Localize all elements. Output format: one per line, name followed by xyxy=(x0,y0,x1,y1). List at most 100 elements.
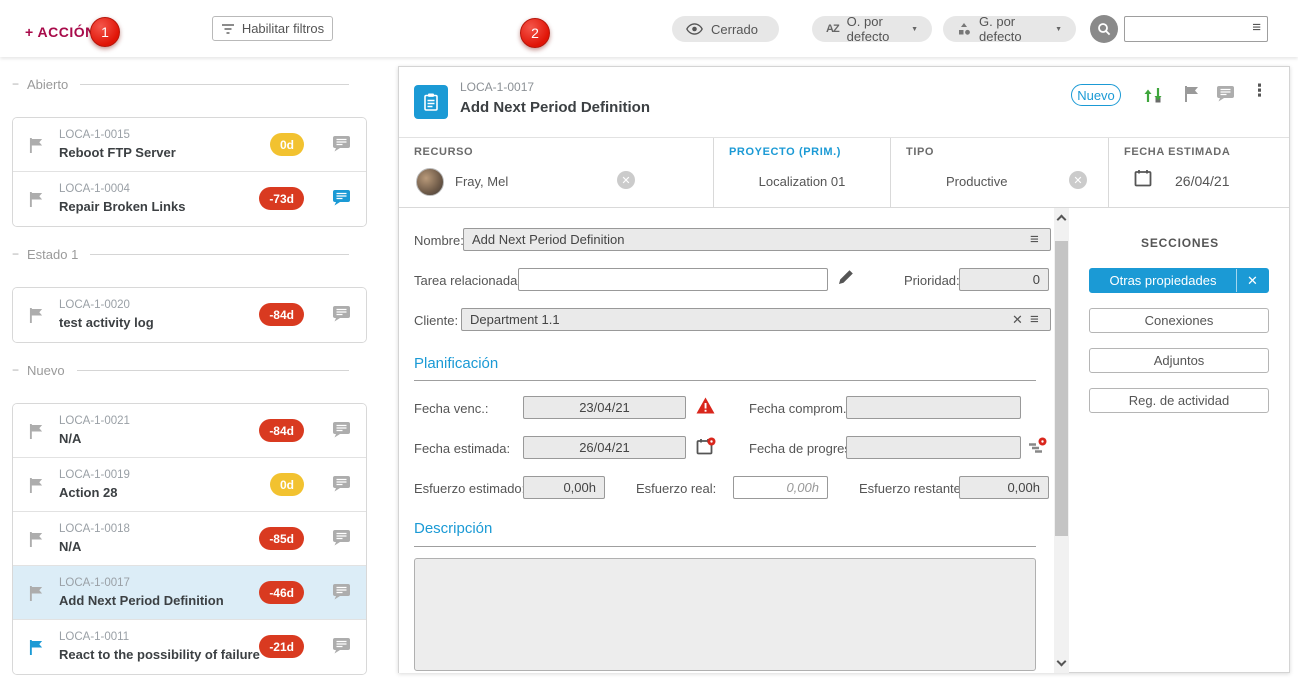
nombre-menu-icon[interactable]: ≡ xyxy=(1030,232,1039,247)
task-code: LOCA-1-0018 xyxy=(59,523,130,535)
scrollbar-thumb[interactable] xyxy=(1055,241,1068,536)
section-button-adjuntos[interactable]: Adjuntos xyxy=(1089,348,1269,373)
flag-icon[interactable] xyxy=(29,191,44,208)
task-group: − Nuevo LOCA-1-0021 N/A -84d LOCA-1-0019… xyxy=(12,363,367,675)
comment-icon[interactable] xyxy=(1216,85,1235,102)
group-label: Estado 1 xyxy=(27,247,78,262)
cliente-menu-icon[interactable]: ≡ xyxy=(1030,312,1039,327)
task-card[interactable]: LOCA-1-0018 N/A -85d xyxy=(13,512,366,566)
scroll-down-icon[interactable] xyxy=(1057,657,1067,667)
comment-icon[interactable] xyxy=(332,189,351,206)
days-badge: -84d xyxy=(259,303,304,326)
change-status-icon[interactable] xyxy=(1143,85,1163,105)
add-action-button[interactable]: + ACCIÓN xyxy=(25,24,96,40)
task-group: − Abierto LOCA-1-0015 Reboot FTP Server … xyxy=(12,77,367,227)
pencil-icon[interactable] xyxy=(837,268,855,286)
fecha-progreso-label: Fecha de progreso: xyxy=(749,441,862,456)
kebab-menu-icon[interactable]: ⋮ xyxy=(1251,81,1268,101)
progress-alert-icon[interactable] xyxy=(1027,437,1047,456)
task-groups: − Abierto LOCA-1-0015 Reboot FTP Server … xyxy=(0,77,382,675)
group-header[interactable]: − Abierto xyxy=(12,77,367,91)
descripcion-rule xyxy=(414,546,1036,547)
flag-icon[interactable] xyxy=(29,423,44,440)
esfuerzo-restante-input[interactable] xyxy=(959,476,1049,499)
comment-icon[interactable] xyxy=(332,421,351,438)
calendar-icon xyxy=(1134,169,1152,187)
section-button-conexiones[interactable]: Conexiones xyxy=(1089,308,1269,333)
flag-icon[interactable] xyxy=(1184,85,1200,103)
detail-body: Nombre: ≡ Tarea relacionada: Prioridad: … xyxy=(399,208,1289,673)
detail-task-title: Add Next Period Definition xyxy=(460,99,650,116)
tipo-field[interactable]: TIPO Productive ✕ xyxy=(891,138,1109,208)
days-badge: -73d xyxy=(259,187,304,210)
recurso-label: RECURSO xyxy=(414,146,473,158)
flag-icon[interactable] xyxy=(29,137,44,154)
collapse-icon[interactable]: − xyxy=(12,77,19,91)
tarea-relacionada-input[interactable] xyxy=(518,268,828,291)
task-card[interactable]: LOCA-1-0011 React to the possibility of … xyxy=(13,620,366,674)
task-code: LOCA-1-0019 xyxy=(59,469,130,481)
collapse-icon[interactable]: − xyxy=(12,363,19,377)
search-options-icon[interactable]: ≡ xyxy=(1252,20,1261,35)
prioridad-input[interactable] xyxy=(959,268,1049,291)
esfuerzo-real-input[interactable] xyxy=(733,476,828,499)
warning-icon xyxy=(696,397,715,414)
group-dropdown[interactable]: G. por defecto ▼ xyxy=(943,16,1076,42)
fecha-comprom-label: Fecha comprom.: xyxy=(749,401,850,416)
calendar-alert-icon[interactable] xyxy=(696,437,716,456)
proyecto-field[interactable]: PROYECTO (PRIM.) Localization 01 xyxy=(714,138,891,208)
comment-icon[interactable] xyxy=(332,529,351,546)
clear-cliente-icon[interactable]: ✕ xyxy=(1012,312,1023,328)
comment-icon[interactable] xyxy=(332,475,351,492)
flag-icon[interactable] xyxy=(29,477,44,494)
recurso-field[interactable]: RECURSO Fray, Mel ✕ xyxy=(399,138,714,208)
days-badge: 0d xyxy=(270,473,304,496)
comment-icon[interactable] xyxy=(332,583,351,600)
fecha-estimada-input[interactable] xyxy=(523,436,686,459)
group-header[interactable]: − Nuevo xyxy=(12,363,367,377)
clear-recurso-icon[interactable]: ✕ xyxy=(617,171,635,189)
order-dropdown[interactable]: AZ O. por defecto ▼ xyxy=(812,16,932,42)
scroll-up-icon[interactable] xyxy=(1057,215,1067,225)
group-divider xyxy=(80,84,349,85)
fecha-venc-input[interactable] xyxy=(523,396,686,419)
flag-icon[interactable] xyxy=(29,307,44,324)
enable-filters-button[interactable]: Habilitar filtros xyxy=(212,16,333,41)
section-button-reg-de-actividad[interactable]: Reg. de actividad xyxy=(1089,388,1269,413)
fecha-comprom-input[interactable] xyxy=(846,396,1021,419)
section-button-otras-propiedades[interactable]: Otras propiedades ✕ xyxy=(1089,268,1269,293)
task-card[interactable]: LOCA-1-0021 N/A -84d xyxy=(13,404,366,458)
task-code: LOCA-1-0011 xyxy=(59,631,129,643)
closed-filter-toggle[interactable]: Cerrado xyxy=(672,16,779,42)
search-button[interactable] xyxy=(1090,15,1118,43)
fecha-estimada-field[interactable]: FECHA ESTIMADA 26/04/21 xyxy=(1109,138,1291,208)
task-card[interactable]: LOCA-1-0020 test activity log -84d xyxy=(13,288,366,342)
task-code: LOCA-1-0004 xyxy=(59,183,130,195)
flag-icon[interactable] xyxy=(29,531,44,548)
planificacion-heading: Planificación xyxy=(414,355,498,372)
comment-icon[interactable] xyxy=(332,305,351,322)
task-card[interactable]: LOCA-1-0015 Reboot FTP Server 0d xyxy=(13,118,366,172)
search-icon xyxy=(1097,22,1111,36)
clear-tipo-icon[interactable]: ✕ xyxy=(1069,171,1087,189)
group-header[interactable]: − Estado 1 xyxy=(12,247,367,261)
comment-icon[interactable] xyxy=(332,135,351,152)
search-input[interactable] xyxy=(1124,16,1268,42)
close-section-icon[interactable]: ✕ xyxy=(1236,269,1268,292)
tipo-value: Productive xyxy=(946,174,1007,189)
task-card[interactable]: LOCA-1-0019 Action 28 0d xyxy=(13,458,366,512)
collapse-icon[interactable]: − xyxy=(12,247,19,261)
comment-icon[interactable] xyxy=(332,637,351,654)
flag-icon[interactable] xyxy=(29,585,44,602)
task-card[interactable]: LOCA-1-0004 Repair Broken Links -73d xyxy=(13,172,366,226)
eye-icon xyxy=(686,23,703,35)
group-divider xyxy=(90,254,349,255)
days-badge: -85d xyxy=(259,527,304,550)
nombre-input[interactable] xyxy=(463,228,1051,251)
task-card[interactable]: LOCA-1-0017 Add Next Period Definition -… xyxy=(13,566,366,620)
flag-icon[interactable] xyxy=(29,639,44,656)
cliente-input[interactable] xyxy=(461,308,1051,331)
fecha-progreso-input[interactable] xyxy=(846,436,1021,459)
descripcion-textarea[interactable] xyxy=(414,558,1036,671)
esfuerzo-estimado-input[interactable] xyxy=(523,476,605,499)
